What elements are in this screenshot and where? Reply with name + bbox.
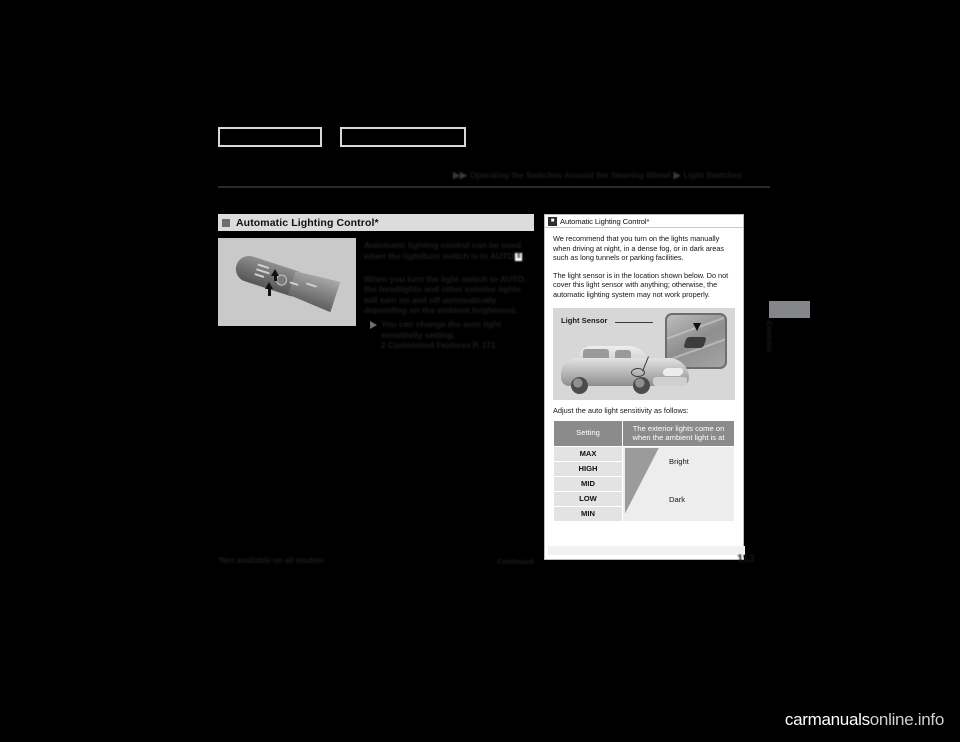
header-rule — [218, 186, 770, 188]
left-paragraph-1-text: Automatic lighting control can be used w… — [364, 240, 522, 261]
car-illustration — [561, 340, 689, 394]
light-sensor-leader-line — [615, 321, 653, 323]
up-arrow-stem-1 — [274, 275, 277, 281]
gradient-wedge-shape — [625, 447, 659, 514]
section-heading: Automatic Lighting Control* — [218, 214, 534, 231]
sensor-pointer-arrow-icon — [693, 322, 701, 331]
continued-label: Continued — [497, 557, 535, 566]
section-heading-label: Automatic Lighting Control* — [236, 216, 379, 229]
car-bumper-shape — [653, 376, 687, 386]
light-switch-stalk-figure — [218, 238, 356, 326]
cross-reference: You can change the auto light sensitivit… — [364, 319, 534, 340]
page-number: 113 — [737, 553, 755, 565]
setting-min: MIN — [553, 505, 623, 522]
up-arrow-stem-2 — [268, 288, 271, 296]
adjust-instruction: Adjust the auto light sensitivity as fol… — [553, 405, 689, 415]
left-paragraph-1: Automatic lighting control can be used w… — [364, 240, 534, 262]
table-header-row: Setting The exterior lights come on when… — [553, 419, 735, 447]
side-note-panel: ■ Automatic Lighting Control* We recomme… — [544, 214, 744, 560]
cross-reference-text: You can change the auto light sensitivit… — [381, 318, 502, 340]
left-body: Automatic lighting control can be used w… — [218, 238, 534, 351]
page-footnote: *Not available on all models — [218, 556, 324, 565]
wedge-label-bright: Bright — [669, 456, 689, 466]
reference-triangle-icon — [370, 320, 377, 329]
auto-chip-icon: ‖ — [513, 251, 524, 262]
setting-mid: MID — [553, 475, 623, 492]
table-header-setting: Setting — [553, 419, 623, 447]
left-column: Automatic Lighting Control* Automatic li… — [218, 214, 534, 351]
left-paragraph-1-end: . — [523, 250, 526, 261]
note-paragraph-1: We recommend that you turn on the lights… — [553, 234, 725, 263]
watermark-suffix: online.info — [869, 710, 945, 729]
watermark-main: carmanuals — [784, 710, 870, 729]
thumb-index-tab — [769, 301, 810, 318]
note-panel-header: ■ Automatic Lighting Control* — [545, 215, 743, 228]
square-bullet-icon — [222, 218, 230, 227]
stalk-illustration — [231, 249, 340, 313]
site-watermark: carmanualsonline.info — [785, 710, 944, 730]
chevron-right-icon-2: ▶ — [673, 169, 681, 180]
callout-ring-marker — [631, 367, 645, 377]
car-wheel-front — [633, 376, 650, 394]
setting-low: LOW — [553, 490, 623, 507]
car-headlight-shape — [662, 367, 684, 376]
chevron-right-icon: ▶▶ — [453, 169, 467, 180]
manual-page-canvas: ▶▶ Operating the Switches Around the Ste… — [0, 0, 960, 742]
thumb-index-label: Controls — [765, 321, 772, 353]
running-head: ▶▶ Operating the Switches Around the Ste… — [453, 168, 742, 182]
footer-white-bar — [548, 546, 745, 555]
note-panel-title: Automatic Lighting Control* — [560, 216, 650, 226]
table-header-description: The exterior lights come on when the amb… — [622, 419, 735, 447]
light-sensor-label: Light Sensor — [561, 315, 608, 325]
sensitivity-table: Setting The exterior lights come on when… — [553, 419, 735, 522]
cross-reference-target: 2 Customized Features P. 171 — [381, 341, 496, 351]
note-paragraph-2: The light sensor is in the location show… — [553, 270, 729, 299]
note-marker-icon: ■ — [548, 216, 557, 226]
left-paragraph-2: When you turn the light switch to AUTO, … — [364, 273, 527, 316]
car-wheel-rear — [571, 376, 588, 394]
table-row: MAX Bright Dark — [553, 445, 735, 522]
light-sensor-figure: Light Sensor — [553, 307, 735, 400]
setting-max: MAX — [553, 445, 623, 462]
note-panel-body: We recommend that you turn on the lights… — [545, 228, 743, 522]
top-tab-right[interactable] — [340, 127, 466, 147]
setting-high: HIGH — [553, 460, 623, 477]
stalk-grip-shape — [287, 268, 341, 313]
running-head-primary: Operating the Switches Around the Steeri… — [469, 170, 671, 180]
running-head-secondary: Light Switches — [683, 170, 742, 180]
top-tab-left[interactable] — [218, 127, 322, 147]
sensitivity-gradient-cell: Bright Dark — [622, 445, 735, 522]
wedge-label-dark: Dark — [669, 494, 686, 504]
left-text-block: Automatic lighting control can be used w… — [364, 238, 534, 351]
